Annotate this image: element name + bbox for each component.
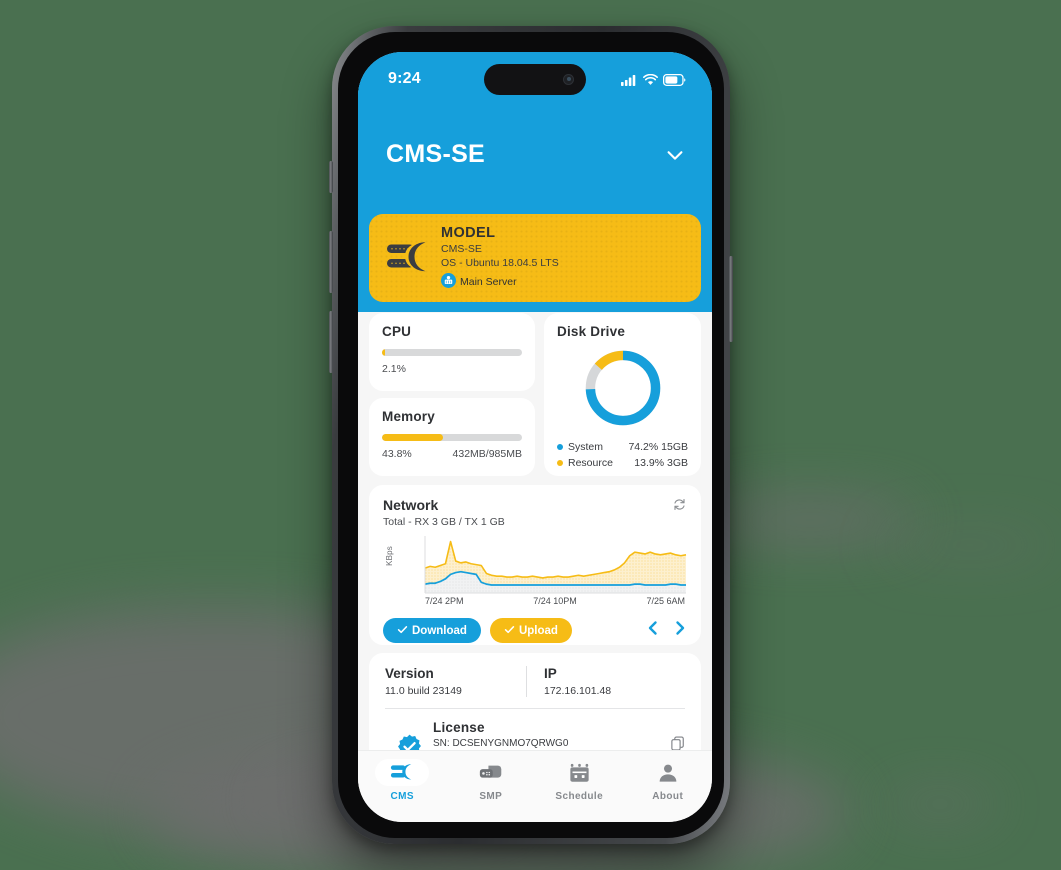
cpu-percent: 2.1% — [382, 363, 406, 375]
network-subtitle: Total - RX 3 GB / TX 1 GB — [383, 516, 505, 528]
background-blur-shape — [880, 530, 1060, 560]
tab-label-schedule: Schedule — [555, 791, 604, 802]
memory-progress-track — [382, 434, 522, 441]
legend-dot-system — [557, 444, 563, 450]
cellular-signal-icon — [621, 73, 638, 91]
model-server-label: Main Server — [460, 276, 517, 288]
chevron-right-icon[interactable] — [673, 620, 687, 641]
version-title: Version — [385, 666, 434, 681]
model-label: MODEL — [441, 225, 496, 241]
legend-label-resource: Resource — [568, 457, 613, 469]
legend-label-system: System — [568, 441, 604, 453]
download-label: Download — [412, 624, 467, 637]
ip-title: IP — [544, 666, 557, 681]
cpu-card[interactable]: CPU 2.1% — [369, 313, 535, 391]
calendar-icon — [552, 759, 606, 786]
tab-label-about: About — [652, 791, 684, 802]
dynamic-island — [484, 64, 586, 95]
legend-value-system: 74.2% 15GB — [628, 441, 688, 453]
chart-x-axis-labels: 7/24 2PM 7/24 10PM 7/25 6AM — [383, 596, 687, 606]
legend-item: Resource 13.9% 3GB — [557, 457, 688, 469]
server-group-icon — [441, 273, 456, 291]
network-chart: KBps — [383, 536, 687, 594]
license-sn: SN: DCSENYGNMO7QRWG0 — [433, 738, 569, 749]
disk-legend: System 74.2% 15GB Resource 13.9% 3GB — [557, 441, 688, 469]
phone-bezel: CMS-SE 9:24 MODEL CMS-SE OS - Ubuntu 18.… — [338, 32, 724, 838]
phone-mockup: CMS-SE 9:24 MODEL CMS-SE OS - Ubuntu 18.… — [329, 26, 733, 844]
phone-screen: CMS-SE 9:24 MODEL CMS-SE OS - Ubuntu 18.… — [358, 52, 712, 822]
model-server-row: Main Server — [441, 273, 687, 291]
tab-about[interactable]: About — [624, 759, 713, 802]
ip-value: 172.16.101.48 — [544, 685, 612, 697]
wifi-icon — [643, 73, 658, 91]
version-block: Version 11.0 build 23149 — [385, 666, 526, 697]
version-value: 11.0 build 23149 — [385, 685, 462, 697]
disk-donut-chart — [557, 345, 688, 431]
memory-progress-fill — [382, 434, 444, 441]
battery-icon — [662, 73, 686, 91]
cms-logo-icon — [375, 759, 430, 786]
cpu-progress-fill — [382, 349, 385, 356]
cms-logo-icon — [375, 240, 441, 276]
check-icon — [504, 624, 515, 638]
network-chart-svg — [424, 536, 687, 594]
cpu-progress-track — [382, 349, 522, 356]
x-tick-label: 7/25 6AM — [646, 596, 685, 606]
legend-dot-resource — [557, 460, 563, 466]
model-os: OS - Ubuntu 18.04.5 LTS — [441, 257, 559, 269]
model-name: CMS-SE — [441, 243, 482, 255]
disk-title: Disk Drive — [557, 324, 626, 339]
refresh-icon[interactable] — [672, 497, 687, 517]
device-icon — [464, 759, 518, 786]
tab-label-cms: CMS — [390, 791, 414, 802]
memory-title: Memory — [382, 409, 435, 424]
background-blur-shape — [700, 500, 920, 540]
status-bar-clock: 9:24 — [388, 70, 421, 87]
memory-percent: 43.8% — [382, 448, 412, 460]
info-divider — [385, 708, 685, 709]
x-tick-label: 7/24 10PM — [533, 596, 577, 606]
network-card: Network Total - RX 3 GB / TX 1 GB KBps 7… — [369, 485, 701, 645]
ip-block: IP 172.16.101.48 — [526, 666, 685, 697]
cpu-title: CPU — [382, 324, 412, 339]
x-tick-label: 7/24 2PM — [425, 596, 464, 606]
tab-schedule[interactable]: Schedule — [535, 759, 624, 802]
disk-drive-card[interactable]: Disk Drive System 74.2% 15GB Resource 13… — [544, 313, 701, 476]
network-controls: Download Upload — [383, 618, 687, 643]
tab-cms[interactable]: CMS — [358, 759, 447, 802]
background-blur-shape — [880, 793, 1000, 815]
volume-up-button[interactable] — [329, 231, 333, 293]
network-title: Network — [383, 497, 439, 513]
tab-label-smp: SMP — [479, 791, 503, 802]
power-button[interactable] — [729, 256, 733, 342]
check-icon — [397, 624, 408, 638]
chevron-left-icon[interactable] — [646, 620, 660, 641]
upload-label: Upload — [518, 624, 558, 637]
legend-value-resource: 13.9% 3GB — [634, 457, 688, 469]
tab-smp[interactable]: SMP — [447, 759, 536, 802]
volume-down-button[interactable] — [329, 311, 333, 373]
download-toggle-button[interactable]: Download — [383, 618, 481, 643]
memory-card[interactable]: Memory 43.8% 432MB/985MB — [369, 398, 535, 476]
legend-item: System 74.2% 15GB — [557, 441, 688, 453]
front-camera-icon — [563, 74, 574, 85]
upload-toggle-button[interactable]: Upload — [489, 618, 572, 643]
mute-switch-button[interactable] — [329, 161, 333, 193]
memory-usage: 432MB/985MB — [452, 448, 522, 460]
person-icon — [641, 759, 695, 786]
app-content: MODEL CMS-SE OS - Ubuntu 18.04.5 LTS Mai… — [358, 110, 712, 822]
model-card[interactable]: MODEL CMS-SE OS - Ubuntu 18.04.5 LTS Mai… — [369, 214, 701, 302]
bottom-tab-bar: CMS SMP Schedule About — [358, 750, 712, 822]
license-title: License — [433, 720, 485, 735]
